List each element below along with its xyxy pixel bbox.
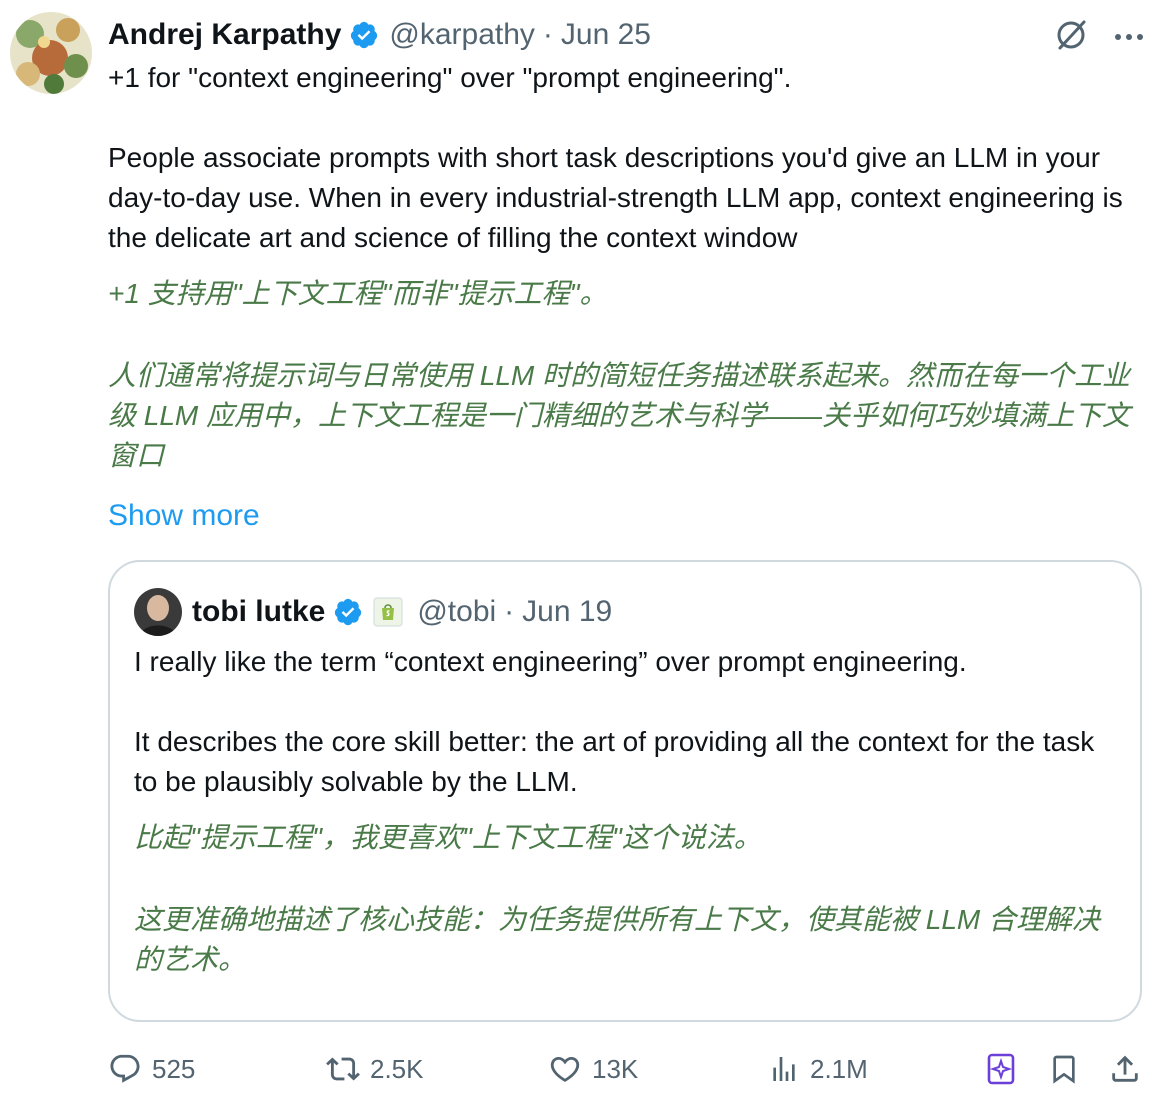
like-button[interactable]: 13K bbox=[548, 1046, 638, 1092]
analytics-icon bbox=[768, 1052, 800, 1086]
quoted-tweet-card[interactable]: tobi lutke @tobi · Jun 19 I really like … bbox=[108, 560, 1142, 1022]
reply-icon bbox=[108, 1052, 142, 1086]
tweet-translation-paragraph: 人们通常将提示词与日常使用 LLM 时的简短任务描述联系起来。然而在每一个工业级… bbox=[108, 360, 1131, 471]
quoted-verified-badge-icon bbox=[333, 597, 363, 627]
tweet-header: Andrej Karpathy @karpathy · Jun 25 bbox=[108, 14, 651, 56]
header-separator: · bbox=[542, 18, 553, 51]
verified-badge-icon bbox=[349, 20, 379, 50]
grok-icon[interactable] bbox=[1054, 18, 1088, 57]
tweet-text-line1: +1 for "context engineering" over "promp… bbox=[108, 62, 792, 93]
top-right-actions bbox=[1054, 18, 1144, 57]
quoted-translation-paragraph: 这更准确地描述了核心技能：为任务提供所有上下文，使其能被 LLM 合理解决的艺术… bbox=[134, 904, 1101, 975]
quoted-tweet-date[interactable]: Jun 19 bbox=[522, 595, 612, 629]
shopify-affiliate-badge-icon[interactable] bbox=[373, 597, 403, 627]
grok-explain-button[interactable] bbox=[986, 1046, 1016, 1092]
tweet-translation-line1: +1 支持用"上下文工程"而非"提示工程"。 bbox=[108, 278, 608, 309]
tweet-text-paragraph: People associate prompts with short task… bbox=[108, 142, 1123, 253]
reply-count: 525 bbox=[152, 1053, 196, 1084]
like-count: 13K bbox=[592, 1053, 639, 1084]
author-name[interactable]: Andrej Karpathy bbox=[108, 18, 341, 52]
quoted-tweet-header: tobi lutke @tobi · Jun 19 bbox=[192, 590, 612, 634]
repost-count: 2.5K bbox=[370, 1053, 424, 1084]
quoted-text-paragraph: It describes the core skill better: the … bbox=[134, 726, 1095, 797]
share-icon bbox=[1108, 1052, 1142, 1086]
quoted-author-avatar[interactable] bbox=[134, 588, 182, 636]
tweet-date[interactable]: Jun 25 bbox=[561, 18, 651, 52]
quoted-translation-line1: 比起"提示工程"，我更喜欢"上下文工程"这个说法。 bbox=[134, 822, 762, 853]
bookmark-button[interactable] bbox=[1048, 1046, 1080, 1092]
quoted-text-line1: I really like the term “context engineer… bbox=[134, 646, 967, 677]
author-handle[interactable]: @karpathy bbox=[389, 18, 535, 52]
tweet-action-bar: 525 2.5K 13K 2.1M bbox=[108, 1046, 1148, 1092]
repost-button[interactable]: 2.5K bbox=[326, 1046, 424, 1092]
reply-button[interactable]: 525 bbox=[108, 1046, 195, 1092]
quoted-author-handle[interactable]: @tobi bbox=[417, 595, 496, 629]
quoted-author-name[interactable]: tobi lutke bbox=[192, 595, 325, 629]
views-button[interactable]: 2.1M bbox=[768, 1046, 868, 1092]
author-avatar[interactable] bbox=[10, 12, 92, 94]
share-button[interactable] bbox=[1108, 1046, 1142, 1092]
bookmark-icon bbox=[1048, 1052, 1080, 1086]
repost-icon bbox=[326, 1052, 360, 1086]
more-options-icon[interactable] bbox=[1114, 29, 1144, 47]
heart-icon bbox=[548, 1052, 582, 1086]
show-more-link[interactable]: Show more bbox=[108, 496, 260, 536]
grok-bookmark-sparkle-icon bbox=[986, 1052, 1016, 1086]
views-count: 2.1M bbox=[810, 1053, 868, 1084]
quoted-header-separator: · bbox=[504, 595, 515, 628]
